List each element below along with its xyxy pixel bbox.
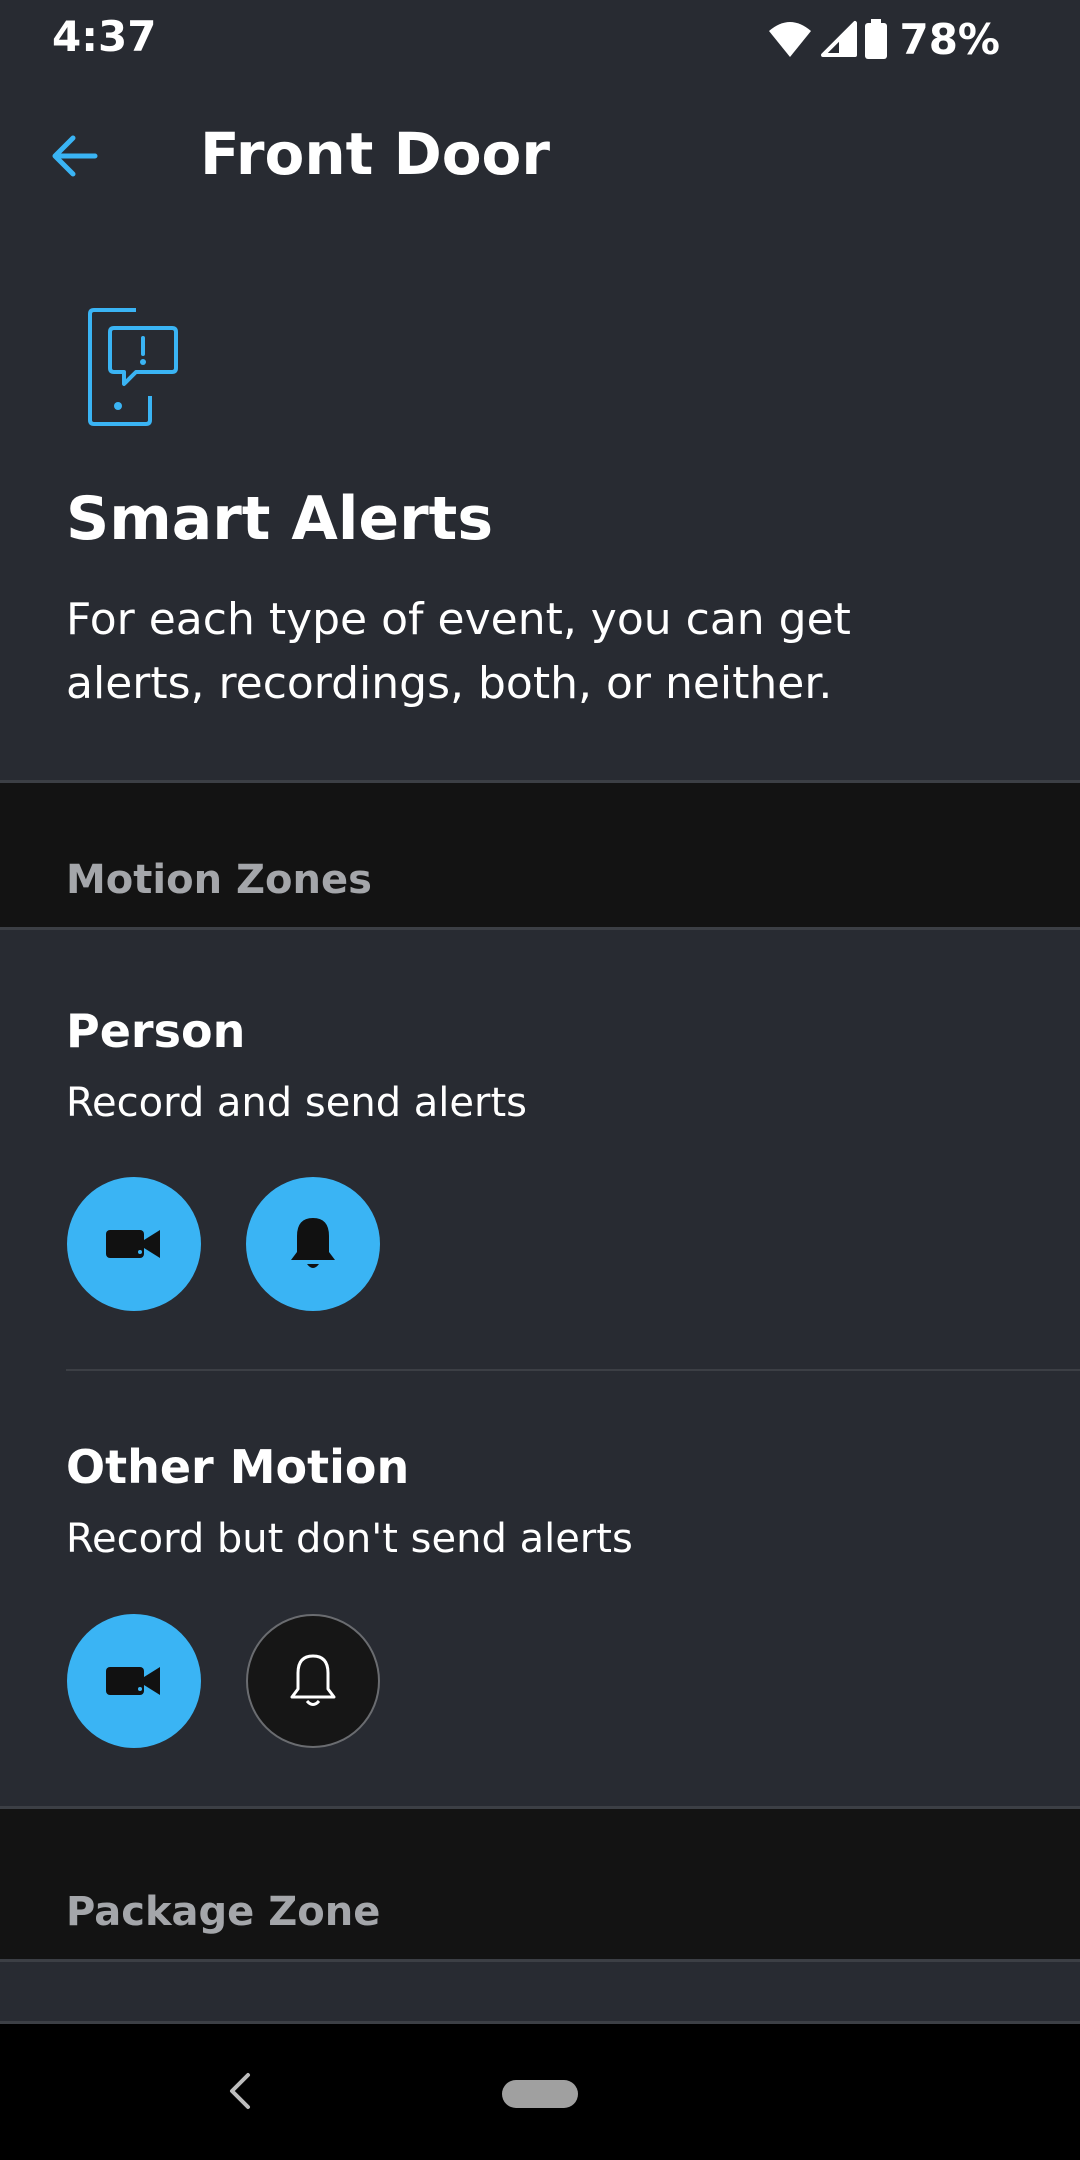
section-label: Motion Zones: [66, 857, 372, 903]
section-label: Package Zone: [66, 1889, 381, 1935]
system-nav-bar: [0, 2024, 1080, 2160]
smart-alerts-title: Smart Alerts: [66, 484, 494, 554]
event-title: Other Motion: [66, 1440, 410, 1494]
video-camera-icon: [106, 1230, 160, 1258]
arrow-left-icon: [52, 135, 98, 177]
person-record-toggle[interactable]: [67, 1177, 201, 1311]
video-camera-icon: [106, 1667, 160, 1695]
other-motion-record-toggle[interactable]: [67, 1614, 201, 1748]
app-bar: Front Door: [0, 76, 1080, 236]
person-alerts-toggle[interactable]: [246, 1177, 380, 1311]
divider: [66, 1369, 1080, 1371]
wifi-icon: [769, 22, 812, 57]
battery-icon: [865, 19, 888, 59]
event-description: Record and send alerts: [66, 1080, 527, 1126]
event-title: Person: [66, 1004, 246, 1058]
status-bar: 4:37 78%: [0, 0, 1080, 76]
bell-outline-icon: [290, 1654, 336, 1706]
back-button[interactable]: [44, 126, 104, 186]
nav-back-button[interactable]: [220, 2066, 260, 2116]
smart-alerts-description: For each type of event, you can get aler…: [66, 594, 851, 709]
chevron-left-icon: [230, 2073, 250, 2109]
page-title: Front Door: [200, 120, 551, 188]
phone-alert-icon: [84, 306, 180, 426]
section-header-motion-zones: Motion Zones: [0, 780, 1080, 930]
event-description: Record but don't send alerts: [66, 1516, 633, 1562]
battery-percentage: 78%: [899, 14, 1000, 64]
status-time: 4:37: [52, 12, 157, 61]
nav-home-button[interactable]: [502, 2080, 578, 2108]
other-motion-alerts-toggle[interactable]: [246, 1614, 380, 1748]
list-continuation: [0, 1962, 1080, 2024]
bell-icon: [291, 1218, 335, 1268]
status-icons: 78%: [767, 14, 1000, 64]
section-header-package-zone: Package Zone: [0, 1806, 1080, 1962]
cellular-signal-icon: [821, 21, 858, 57]
